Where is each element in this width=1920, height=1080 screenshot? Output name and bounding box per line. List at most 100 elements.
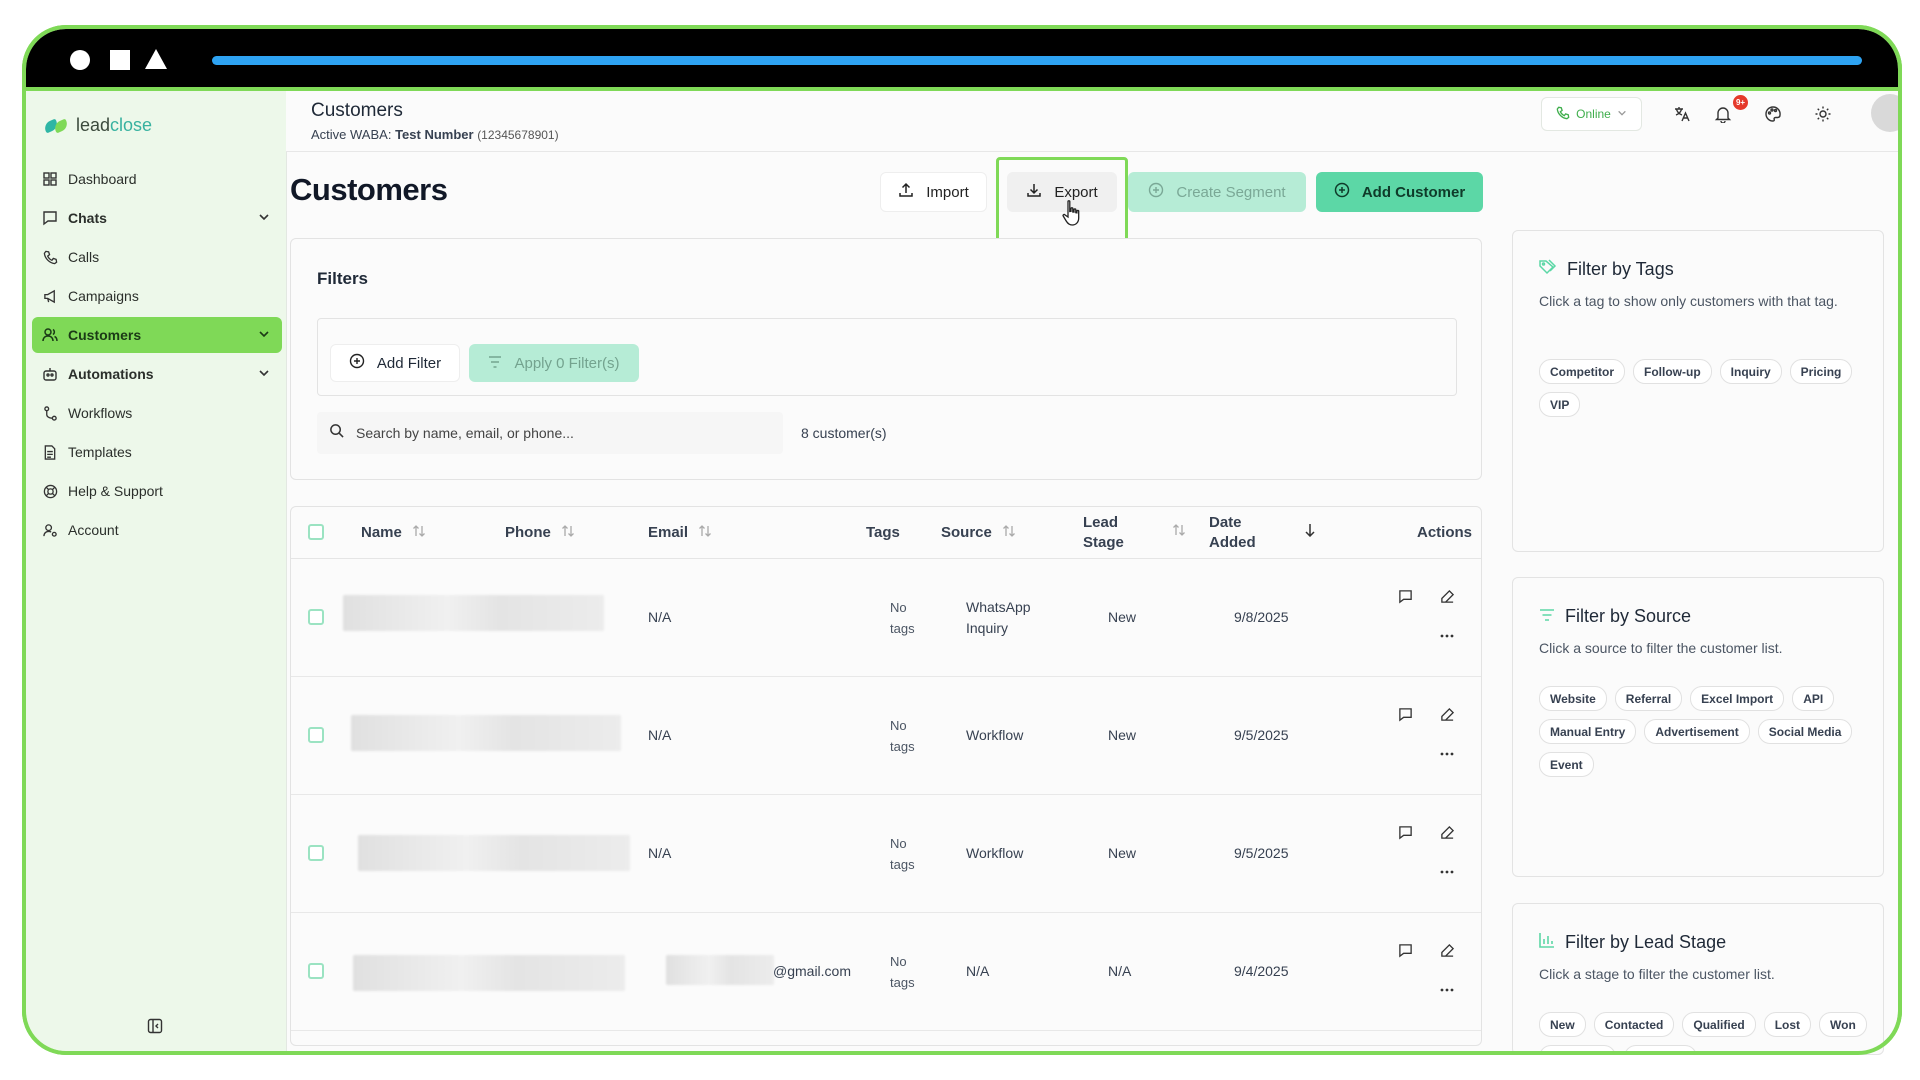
search-input[interactable] [354,424,758,442]
avatar[interactable] [1871,94,1898,132]
source-chip[interactable]: Advertisement [1644,719,1750,744]
source-chip[interactable]: Event [1539,752,1594,777]
source-chip[interactable]: API [1792,686,1835,711]
chevron-down-icon[interactable] [258,366,270,382]
tag-chip[interactable]: Follow-up [1633,359,1712,384]
plus-circle-icon [1334,182,1350,202]
waba-number: (12345678901) [477,128,559,142]
table-row[interactable]: @gmail.com No tags N/A N/A 9/4/2025 [291,913,1481,1031]
add-filter-button[interactable]: Add Filter [330,344,460,382]
sidebar-item-label: Account [68,522,119,538]
stage-filter-desc: Click a stage to filter the customer lis… [1539,966,1775,982]
palette-icon[interactable] [1763,104,1783,124]
edit-icon[interactable] [1438,941,1456,959]
sidebar-item-account[interactable]: Account [32,512,282,548]
lead-stage-cell: New [1108,845,1137,861]
edit-icon[interactable] [1438,823,1456,841]
apply-filters-button[interactable]: Apply 0 Filter(s) [469,344,639,382]
source-cell: Workflow [966,845,1024,861]
arrow-down-icon [1304,523,1316,543]
collapse-sidebar-icon[interactable] [147,1018,163,1039]
hand-cursor-icon [1061,199,1083,232]
sidebar-item-customers[interactable]: Customers [32,317,282,353]
sidebar-item-help[interactable]: Help & Support [32,473,282,509]
user-cog-icon [42,522,58,538]
email-cell: N/A [648,609,672,625]
tag-chip[interactable]: Pricing [1789,359,1853,384]
import-button[interactable]: Import [880,172,987,212]
more-icon[interactable] [1438,863,1456,881]
row-checkbox[interactable] [308,963,324,979]
redacted-email [666,955,774,985]
translate-icon[interactable] [1672,104,1692,124]
tag-chip[interactable]: Competitor [1539,359,1625,384]
sidebar-item-automations[interactable]: Automations [32,356,282,392]
sidebar-item-calls[interactable]: Calls [32,239,282,275]
table-row[interactable]: N/A No tags Workflow New 9/5/2025 [291,677,1481,795]
stage-chip[interactable]: Lost [1763,1012,1812,1037]
source-cell: N/A [966,963,990,979]
column-header-phone[interactable]: Phone [505,507,575,558]
chevron-down-icon[interactable] [258,210,270,226]
create-segment-button[interactable]: Create Segment [1128,172,1306,212]
more-icon[interactable] [1438,981,1456,999]
sidebar-item-campaigns[interactable]: Campaigns [32,278,282,314]
brand-logo[interactable]: leadclose [42,115,152,136]
search-icon [329,423,344,443]
email-cell: N/A [648,845,672,861]
tag-chip[interactable]: VIP [1539,392,1581,417]
status-dropdown[interactable]: Online [1541,97,1642,131]
source-chip[interactable]: Social Media [1757,719,1853,744]
address-bar[interactable] [212,56,1862,65]
row-checkbox[interactable] [308,727,324,743]
more-icon[interactable] [1438,627,1456,645]
tag-filter-card: Filter by Tags Click a tag to show only … [1512,230,1884,552]
stage-filter-card: Filter by Lead Stage Click a stage to fi… [1512,903,1884,1055]
add-customer-button[interactable]: Add Customer [1316,172,1483,212]
tags-line: tags [890,621,915,636]
upload-icon [898,182,914,202]
message-icon[interactable] [1396,823,1414,841]
column-header-label: Phone [505,524,551,541]
table-row[interactable]: N/A No tags WhatsApp Inquiry New 9/8/2025 [291,559,1481,677]
sidebar-item-workflows[interactable]: Workflows [32,395,282,431]
bell-icon[interactable] [1713,104,1733,124]
sun-icon[interactable] [1813,104,1833,124]
tags-cell: No tags [890,951,915,993]
message-icon[interactable] [1396,941,1414,959]
stage-chip[interactable]: Contacted [1593,1012,1675,1037]
select-all-checkbox[interactable] [308,524,324,540]
source-chip[interactable]: Website [1539,686,1607,711]
column-header-source[interactable]: Source [941,507,1016,558]
sidebar-item-dashboard[interactable]: Dashboard [32,161,282,197]
brand-name-part1: lead [76,115,111,135]
edit-icon[interactable] [1438,705,1456,723]
stage-chip[interactable]: New [1539,1012,1586,1037]
stage-chip[interactable]: Nurturing [1539,1045,1616,1054]
column-header-name[interactable]: Name [361,507,426,558]
message-icon[interactable] [1396,705,1414,723]
message-icon[interactable] [1396,587,1414,605]
chevron-down-icon[interactable] [258,327,270,343]
column-header-date-added[interactable]: Date Added [1209,507,1316,558]
stage-chip[interactable]: Qualified [1682,1012,1756,1037]
tags-line: No [890,954,907,969]
source-chip[interactable]: Referral [1614,686,1683,711]
column-header-email[interactable]: Email [648,507,712,558]
sidebar-item-chats[interactable]: Chats [32,200,282,236]
sidebar-item-templates[interactable]: Templates [32,434,282,470]
source-chip[interactable]: Manual Entry [1539,719,1637,744]
source-chip[interactable]: Excel Import [1690,686,1785,711]
table-row[interactable]: N/A No tags Workflow New 9/5/2025 [291,795,1481,913]
stage-chip[interactable]: Won [1819,1012,1867,1037]
tags-line: tags [890,857,915,872]
edit-icon[interactable] [1438,587,1456,605]
row-checkbox[interactable] [308,845,324,861]
more-icon[interactable] [1438,745,1456,763]
stage-chip[interactable]: Archived [1623,1045,1698,1054]
tag-chip[interactable]: Inquiry [1719,359,1782,384]
row-checkbox[interactable] [308,609,324,625]
filter-icon [1539,606,1555,627]
column-header-lead-stage[interactable]: Lead Stage [1083,507,1186,558]
tags-cell: No tags [890,597,915,639]
